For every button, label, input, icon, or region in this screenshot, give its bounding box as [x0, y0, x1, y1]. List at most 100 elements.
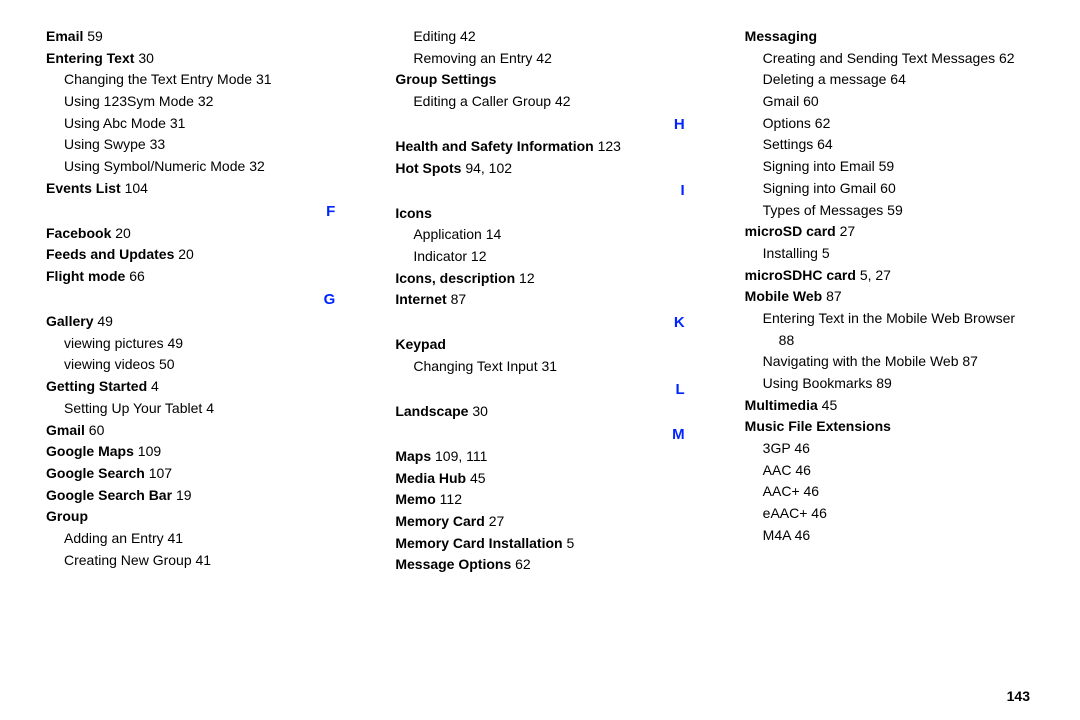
entry-memory-card-install: Memory Card Installation 5 — [395, 533, 684, 555]
sub-text: eAAC+ — [763, 505, 808, 521]
page-ref: 59 — [887, 202, 903, 218]
page-ref: 60 — [880, 180, 896, 196]
page-ref: 104 — [125, 180, 148, 196]
entry-microsd: microSD card 27 — [745, 221, 1034, 243]
page-ref: 109 — [138, 443, 161, 459]
topic: Facebook — [46, 225, 111, 241]
entry-getting-started: Getting Started 4 — [46, 376, 335, 398]
page-ref: 123 — [598, 138, 621, 154]
entry-google-search-bar: Google Search Bar 19 — [46, 485, 335, 507]
sub-text: Using Abc Mode — [64, 115, 166, 131]
page-ref: 87 — [826, 288, 842, 304]
sub-entry: Creating and Sending Text Messages 62 — [745, 48, 1034, 70]
topic: Gallery — [46, 313, 93, 329]
page-ref: 46 — [795, 527, 811, 543]
sub-text: Changing Text Input — [413, 358, 537, 374]
sub-text: Settings — [763, 136, 814, 152]
topic: Feeds and Updates — [46, 246, 174, 262]
sub-text: 3GP — [763, 440, 791, 456]
page-ref: 27 — [489, 513, 505, 529]
topic: Memo — [395, 491, 435, 507]
sub-text: Navigating with the Mobile Web — [763, 353, 959, 369]
letter-heading-f: F — [46, 200, 335, 223]
page-ref: 4 — [206, 400, 214, 416]
page-ref: 62 — [515, 556, 531, 572]
entry-icons-desc: Icons, description 12 — [395, 268, 684, 290]
sub-text: Signing into Gmail — [763, 180, 877, 196]
page-ref: 94, 102 — [465, 160, 512, 176]
sub-text: viewing videos — [64, 356, 155, 372]
topic: Music File Extensions — [745, 418, 891, 434]
sub-entry: Using Abc Mode 31 — [46, 113, 335, 135]
page-ref: 14 — [486, 226, 502, 242]
sub-text: Adding an Entry — [64, 530, 164, 546]
sub-text: Using Bookmarks — [763, 375, 873, 391]
page-ref: 59 — [879, 158, 895, 174]
sub-entry: Entering Text in the Mobile Web Browser … — [745, 308, 1034, 351]
sub-entry: Types of Messages 59 — [745, 200, 1034, 222]
page-ref: 30 — [472, 403, 488, 419]
entry-flight-mode: Flight mode 66 — [46, 266, 335, 288]
entry-email: Email 59 — [46, 26, 335, 48]
sub-entry: Indicator 12 — [395, 246, 684, 268]
sub-entry: Settings 64 — [745, 134, 1034, 156]
sub-entry: eAAC+ 46 — [745, 503, 1034, 525]
page-ref: 4 — [151, 378, 159, 394]
sub-entry: Signing into Gmail 60 — [745, 178, 1034, 200]
page-ref: 46 — [804, 483, 820, 499]
sub-entry: Navigating with the Mobile Web 87 — [745, 351, 1034, 373]
sub-text: AAC+ — [763, 483, 800, 499]
sub-entry: Using 123Sym Mode 32 — [46, 91, 335, 113]
page-ref: 5 — [566, 535, 574, 551]
page-ref: 42 — [555, 93, 571, 109]
entry-health: Health and Safety Information 123 — [395, 136, 684, 158]
topic: Hot Spots — [395, 160, 461, 176]
page-ref: 107 — [149, 465, 172, 481]
sub-entry: viewing pictures 49 — [46, 333, 335, 355]
index-page: Email 59 Entering Text 30 Changing the T… — [0, 0, 1080, 720]
page-ref: 60 — [89, 422, 105, 438]
topic: Icons — [395, 205, 432, 221]
page-ref: 89 — [876, 375, 892, 391]
sub-entry: Changing Text Input 31 — [395, 356, 684, 378]
entry-google-maps: Google Maps 109 — [46, 441, 335, 463]
sub-entry: Options 62 — [745, 113, 1034, 135]
topic: Google Search Bar — [46, 487, 172, 503]
page-ref: 31 — [170, 115, 186, 131]
entry-group: Group — [46, 506, 335, 528]
topic: microSDHC card — [745, 267, 856, 283]
entry-media-hub: Media Hub 45 — [395, 468, 684, 490]
sub-text: Creating New Group — [64, 552, 192, 568]
page-ref: 50 — [159, 356, 175, 372]
page-ref: 5, 27 — [860, 267, 891, 283]
page-ref: 64 — [817, 136, 833, 152]
page-ref: 30 — [138, 50, 154, 66]
topic: Internet — [395, 291, 446, 307]
topic: Messaging — [745, 28, 817, 44]
page-ref: 42 — [536, 50, 552, 66]
sub-entry: Setting Up Your Tablet 4 — [46, 398, 335, 420]
entry-microsdhc: microSDHC card 5, 27 — [745, 265, 1034, 287]
sub-text: Editing — [413, 28, 456, 44]
sub-entry: Using Symbol/Numeric Mode 32 — [46, 156, 335, 178]
page-ref: 20 — [178, 246, 194, 262]
sub-text: Deleting a message — [763, 71, 887, 87]
entry-gmail: Gmail 60 — [46, 420, 335, 442]
entry-message-options: Message Options 62 — [395, 554, 684, 576]
page-number: 143 — [1007, 688, 1030, 704]
topic: Google Search — [46, 465, 145, 481]
entry-memory-card: Memory Card 27 — [395, 511, 684, 533]
sub-text: Setting Up Your Tablet — [64, 400, 202, 416]
sub-entry: viewing videos 50 — [46, 354, 335, 376]
sub-entry: 3GP 46 — [745, 438, 1034, 460]
page-ref: 46 — [811, 505, 827, 521]
page-ref: 27 — [840, 223, 856, 239]
page-ref: 12 — [471, 248, 487, 264]
entry-group-settings: Group Settings — [395, 69, 684, 91]
letter-heading-h: H — [395, 113, 684, 136]
entry-internet: Internet 87 — [395, 289, 684, 311]
entry-google-search: Google Search 107 — [46, 463, 335, 485]
sub-entry: Adding an Entry 41 — [46, 528, 335, 550]
topic: Memory Card — [395, 513, 484, 529]
entry-multimedia: Multimedia 45 — [745, 395, 1034, 417]
